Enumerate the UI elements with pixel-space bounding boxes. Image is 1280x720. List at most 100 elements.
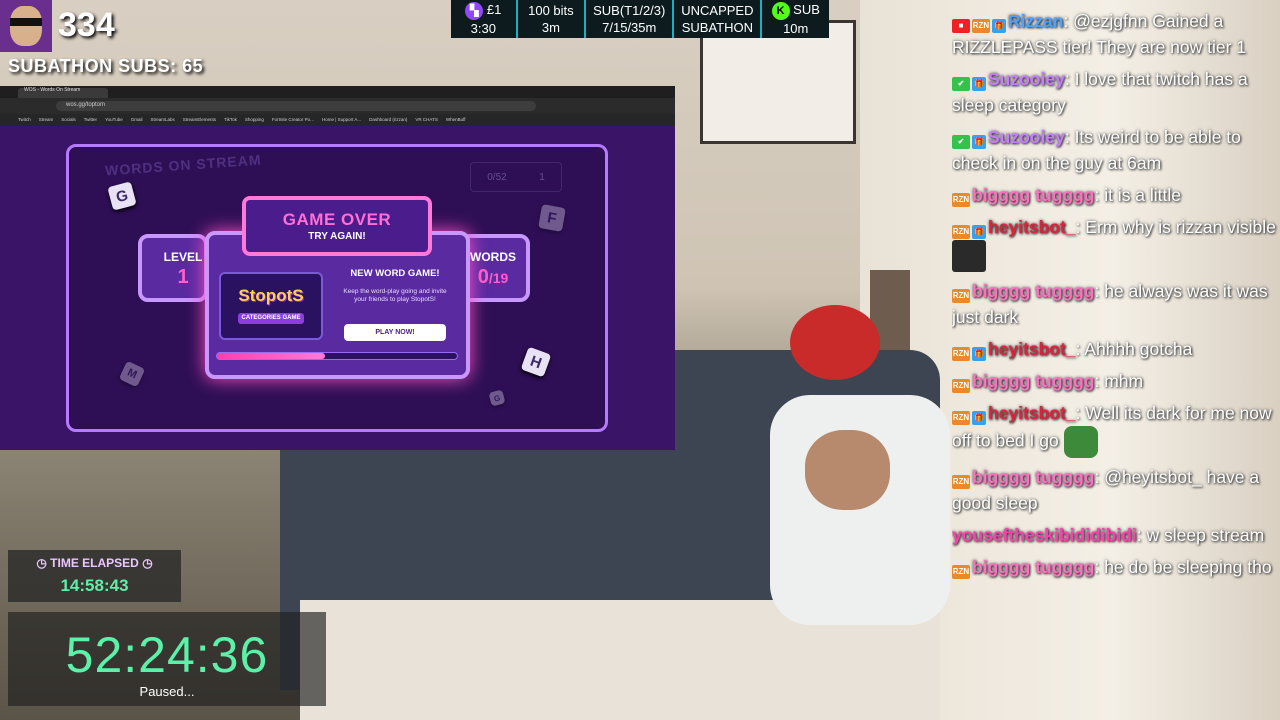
bookmark-item[interactable]: WhenBuff [446,114,466,126]
game-progress-bar [216,352,458,360]
chat-text: mhm [1104,371,1144,391]
bookmark-item[interactable]: VR CHATS [415,114,437,126]
chat-message: RZN bigggg tugggg: he do be sleeping tho [952,557,1272,579]
chat-username[interactable]: bigggg tugggg [972,467,1094,487]
rzn-badge-icon: RZN [952,225,970,239]
chat-username[interactable]: Suzooiey [988,69,1065,89]
chat-message: RZN 🎁 heyitsbot_: Ahhhh gotcha [952,339,1193,361]
chat-message: ✔ 🎁 Suzooiey: I love that twitch has a sle… [952,69,1248,115]
bookmark-item[interactable]: Shopping [245,114,264,126]
camera-badge-icon: ■ [952,19,970,33]
bookmark-item[interactable]: Home | Support A... [322,114,361,126]
gift-badge-icon: 🎁 [972,225,986,239]
promo-description: Keep the word-play going and invite your… [343,288,447,303]
gift-badge-icon: 🎁 [972,347,986,361]
gift-badge-icon: 🎁 [972,135,986,149]
chat-overlay: ■ RZN 🎁 Rizzan: @ezjgfnn Gained a RIZZLEPAS… [952,8,1280,720]
bookmark-item[interactable]: StreamLabs [151,114,175,126]
verified-badge-icon: ✔ [952,135,970,149]
chat-username[interactable]: bigggg tugggg [972,185,1094,205]
subathon-ticker: ▚ £1 3:30 100 bits 3m SUB(T1/2/3) 7/15/35m… [451,0,829,38]
rzn-badge-icon: RZN [952,565,970,579]
bookmark-item[interactable]: TikTok [224,114,237,126]
chat-username[interactable]: heyitsbot_ [988,339,1076,359]
rzn-badge-icon: RZN [952,475,970,489]
chat-username[interactable]: bigggg tugggg [972,557,1094,577]
chat-text: he do be sleeping tho [1104,557,1272,577]
bookmark-item[interactable]: Gmail [131,114,143,126]
ticker-uncapped: UNCAPPED SUBATHON [674,0,763,38]
rzn-badge-icon: RZN [972,19,990,33]
bookmark-item[interactable]: Dashboard (rizzan) [369,114,407,126]
bookmark-item[interactable]: Fortnite Creator Po... [272,114,314,126]
bookmark-item[interactable]: Socials [61,114,76,126]
red-mario-pillow [790,305,880,380]
subathon-timer: 52:24:36 Paused... [8,612,326,706]
chat-text: Erm why is rizzan visible [1085,217,1276,237]
kick-icon: K [771,2,790,21]
stopots-logo: StopotS [238,286,304,305]
bookmark-item[interactable]: Stream [39,114,54,126]
ticker-donation: ▚ £1 3:30 [451,0,518,38]
bookmark-item[interactable]: StreamElements [183,114,216,126]
new-word-game-title: NEW WORD GAME! [350,268,440,279]
address-url: wos.gg/toptom [66,102,106,108]
time-elapsed-value: 14:58:43 [60,576,129,595]
frog-emote-icon [1063,426,1098,458]
chat-message: youseftheskibididibidi: w sleep stream [952,525,1265,545]
time-elapsed-label: ◷ TIME ELAPSED ◷ [36,556,153,570]
chat-username[interactable]: youseftheskibididibidi [952,525,1137,545]
game-over-title: GAME OVER [282,210,392,229]
chat-username[interactable]: bigggg tugggg [972,371,1094,391]
verified-badge-icon: ✔ [952,77,970,91]
bookmarks-bar: Twitch Stream Socials Twitter YouTube Gm… [0,114,675,126]
chat-text: w sleep stream [1146,525,1265,545]
words-found-stat: 0/52 [487,171,507,183]
chat-text: @ezjgfnn Gained a RIZZLEPASS tier! They … [952,11,1247,57]
pillow [770,395,950,625]
chat-message: RZN 🎁 heyitsbot_: Erm why is rizzan visibl… [952,214,1280,272]
subathon-subs-label: SUBATHON SUBS: 65 [8,56,204,76]
chat-message: RZN bigggg tugggg: it is a little [952,185,1182,207]
sleeping-person [805,430,890,510]
chat-username[interactable]: heyitsbot_ [988,217,1076,237]
sub-count: 334 [58,6,115,44]
rzn-badge-icon: RZN [952,289,970,303]
chat-username[interactable]: heyitsbot_ [988,403,1076,423]
clock-icon: ◷ [142,556,153,570]
chat-message: RZN bigggg tugggg: mhm [952,371,1144,393]
chat-username[interactable]: Rizzan [1008,11,1063,31]
chat-message: RZN bigggg tugggg: @heyitsbot_ have a goo… [952,467,1260,513]
streamer-avatar [0,0,52,52]
bookmark-item[interactable]: Twitch [18,114,31,126]
game-progress-fill [217,353,325,359]
words-value: 0/19 [477,266,509,288]
chat-text: it is a little [1104,185,1182,205]
chat-message: ✔ 🎁 Suzooiey: Its weird to be able to chec… [952,127,1241,173]
browser-tab-bar: WOS - Words On Stream [0,86,675,98]
game-stats: 0/52 1 [470,162,562,192]
bookmark-item[interactable]: Twitter [84,114,97,126]
chat-username[interactable]: Suzooiey [988,127,1065,147]
chat-message: ■ RZN 🎁 Rizzan: @ezjgfnn Gained a RIZZLEPAS… [952,11,1247,57]
ticker-bits: 100 bits 3m [518,0,587,38]
bookmark-item[interactable]: YouTube [105,114,123,126]
chat-username[interactable]: bigggg tugggg [972,281,1094,301]
ticker-kick-sub: K SUB 10m [762,0,829,38]
gift-badge-icon: 🎁 [992,19,1006,33]
twitch-icon: ▚ [465,2,484,21]
play-now-button[interactable]: PLAY NOW! [344,324,446,341]
time-elapsed-widget: ◷ TIME ELAPSED ◷ 14:58:43 [8,550,181,602]
chat-message: RZN bigggg tugggg: he always was it was j… [952,281,1268,327]
categories-game-tag: CATEGORIES GAME [237,313,305,324]
emote-icon [952,240,986,272]
browser-tab-title: WOS - Words On Stream [24,87,81,93]
level-label: LEVEL [163,250,203,264]
rzn-badge-icon: RZN [952,193,970,207]
game-over-header: GAME OVER TRY AGAIN! [242,196,432,256]
sub-counter: 334 SUBATHON SUBS: 65 [0,0,220,80]
chat-message: RZN 🎁 heyitsbot_: Well its dark for me now… [952,400,1280,458]
address-bar[interactable] [56,101,536,111]
level-value: 1 [177,266,189,288]
stopots-promo-image[interactable]: StopotS CATEGORIES GAME [219,272,323,340]
